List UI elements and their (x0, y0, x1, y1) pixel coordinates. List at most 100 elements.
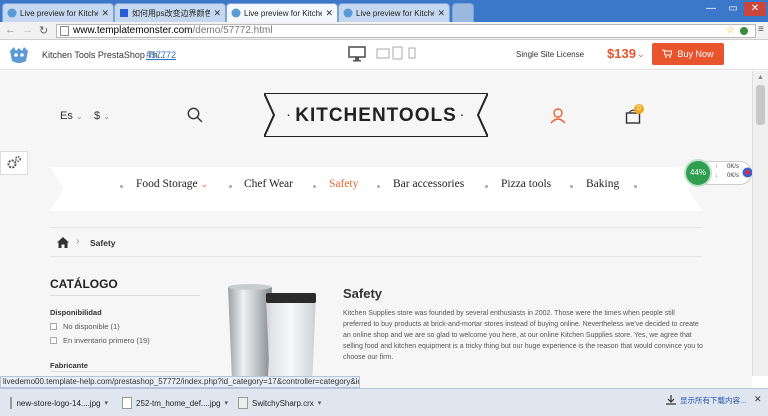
menu-separator-dot (570, 185, 573, 188)
download-file-name: 252-tm_home_def....jpg (136, 398, 221, 408)
extension-file-icon (238, 397, 248, 409)
tablet-portrait-view-icon[interactable] (392, 46, 404, 63)
browser-tab[interactable]: Live preview for Kitchen ✕ (2, 3, 114, 22)
close-window-icon[interactable]: ✕ (744, 2, 766, 16)
breadcrumb-separator: › (76, 236, 80, 247)
filter-option-label[interactable]: En inventario primero (19) (63, 336, 150, 345)
upload-arrow-icon: ↑ (715, 164, 718, 170)
phone-view-icon[interactable] (408, 47, 416, 62)
menu-item-label: Food Storage (136, 178, 198, 190)
image-file-icon (122, 397, 132, 409)
currency-selector[interactable]: $ ⌄ (94, 110, 110, 122)
forward-arrow-icon[interactable]: → (22, 24, 33, 36)
templatemonster-logo-icon[interactable] (8, 45, 30, 68)
menu-separator-dot (313, 185, 316, 188)
license-type[interactable]: Single Site License (516, 50, 584, 59)
bookmark-star-icon[interactable]: ☆ (726, 25, 735, 37)
close-tab-icon[interactable]: ✕ (437, 8, 445, 19)
templatemonster-favicon-icon (7, 8, 17, 18)
image-file-icon (10, 397, 13, 409)
browser-tab-active[interactable]: Live preview for Kitchen ✕ (226, 3, 338, 22)
cart-icon (662, 49, 674, 60)
baidu-favicon-icon (119, 8, 129, 18)
menu-item-baking[interactable]: Baking (586, 178, 619, 190)
filter-manufacturer-title: Fabricante (50, 361, 88, 370)
chevron-down-icon: ⌄ (103, 112, 110, 121)
filter-checkbox[interactable] (50, 337, 57, 344)
tablet-landscape-view-icon[interactable] (376, 47, 390, 62)
store-page: Es ⌄ $ ⌄ · KITCHENTOOLS · 0 Food Storage… (0, 71, 752, 388)
chevron-down-icon[interactable]: ⌄ (637, 49, 645, 60)
menu-separator-dot (229, 185, 232, 188)
close-tab-icon[interactable]: ✕ (325, 8, 333, 19)
page-scrollbar[interactable]: ▲ (752, 71, 768, 376)
currency-label: $ (94, 110, 101, 122)
browser-tab-strip: Live preview for Kitchen ✕ 如何用ps改变边界颜色_百… (0, 0, 768, 22)
cart-count-badge: 0 (634, 104, 644, 114)
search-icon[interactable] (187, 107, 203, 126)
show-all-downloads-link[interactable]: 显示所有下载内容... (680, 395, 746, 406)
extension-badge-icon[interactable] (742, 167, 752, 181)
menu-item-bar-accessories[interactable]: Bar accessories (393, 178, 464, 190)
menu-item-pizza-tools[interactable]: Pizza tools (501, 178, 551, 190)
filter-availability-title: Disponibilidad (50, 308, 102, 317)
sidebar-title: CATÁLOGO (50, 277, 118, 291)
menu-item-food-storage[interactable]: Food Storage ⌄ (136, 178, 208, 190)
download-file-name: new-store-logo-14....jpg (16, 398, 101, 408)
home-icon[interactable] (57, 237, 69, 251)
page-icon (60, 26, 69, 40)
menu-item-safety[interactable]: Safety (329, 178, 358, 190)
breadcrumb: › Safety (50, 227, 702, 257)
buy-now-button[interactable]: Buy Now (652, 43, 724, 65)
address-bar-input[interactable]: www.templatemonster.com/demo/57772.html … (56, 24, 756, 38)
user-account-icon[interactable] (550, 108, 566, 127)
close-tab-icon[interactable]: ✕ (101, 8, 109, 19)
url-path: /demo/57772.html (192, 25, 273, 36)
theme-settings-button[interactable] (0, 151, 28, 175)
price: $139 (607, 46, 636, 61)
download-item[interactable]: new-store-logo-14....jpg ▾ (10, 393, 108, 413)
breadcrumb-current: Safety (90, 238, 116, 248)
divider (50, 295, 200, 296)
logo-text: · KITCHENTOOLS · (287, 105, 465, 126)
browser-tab[interactable]: 如何用ps改变边界颜色_百 ✕ (114, 3, 226, 22)
chevron-down-icon: ⌄ (200, 179, 209, 189)
category-title: Safety (343, 286, 383, 301)
category-image (224, 281, 324, 388)
minimize-window-icon[interactable]: — (700, 2, 722, 16)
extension-icon[interactable] (739, 26, 749, 40)
download-file-name: SwitchySharp.crx (252, 398, 314, 408)
new-tab-button[interactable] (452, 3, 474, 22)
divider (50, 371, 200, 372)
downloads-bar: new-store-logo-14....jpg ▾ 252-tm_home_d… (0, 388, 768, 416)
downloads-icon (666, 395, 676, 408)
close-tab-icon[interactable]: ✕ (213, 8, 221, 19)
chrome-menu-icon[interactable]: ≡ (758, 24, 764, 35)
tab-title: Live preview for Kitchen (20, 8, 99, 18)
browser-tab[interactable]: Live preview for Kitchen ✕ (338, 3, 450, 22)
buy-now-label: Buy Now (677, 49, 714, 59)
desktop-view-icon[interactable] (348, 46, 366, 65)
scroll-up-icon[interactable]: ▲ (757, 74, 764, 81)
memory-percent: 44% (684, 159, 712, 187)
reload-icon[interactable]: ↻ (39, 24, 48, 37)
menu-item-chef-wear[interactable]: Chef Wear (244, 178, 293, 190)
language-selector[interactable]: Es ⌄ (60, 110, 83, 122)
download-item[interactable]: 252-tm_home_def....jpg ▾ (122, 393, 230, 413)
download-item[interactable]: SwitchySharp.crx ▾ (238, 393, 338, 413)
logo-wordmark: KITCHENTOOLS (295, 105, 457, 126)
upload-speed: 0K/s (727, 164, 740, 170)
product-id-link[interactable]: #57772 (146, 50, 176, 60)
maximize-window-icon[interactable]: ▭ (722, 2, 744, 16)
status-url-bar: livedemo00.template-help.com/prestashop_… (0, 376, 360, 388)
store-logo[interactable]: · KITCHENTOOLS · (264, 93, 488, 137)
templatemonster-favicon-icon (343, 8, 353, 18)
filter-checkbox[interactable] (50, 323, 57, 330)
back-arrow-icon[interactable]: ← (5, 24, 16, 36)
close-downloads-icon[interactable]: ✕ (754, 394, 762, 405)
preview-bar: Kitchen Tools PrestaShop Th... #57772 Si… (0, 40, 768, 70)
scrollbar-thumb[interactable] (756, 85, 765, 125)
filter-option-label[interactable]: No disponible (1) (63, 322, 120, 331)
chevron-down-icon: ▾ (224, 400, 229, 407)
menu-separator-dot (377, 185, 380, 188)
